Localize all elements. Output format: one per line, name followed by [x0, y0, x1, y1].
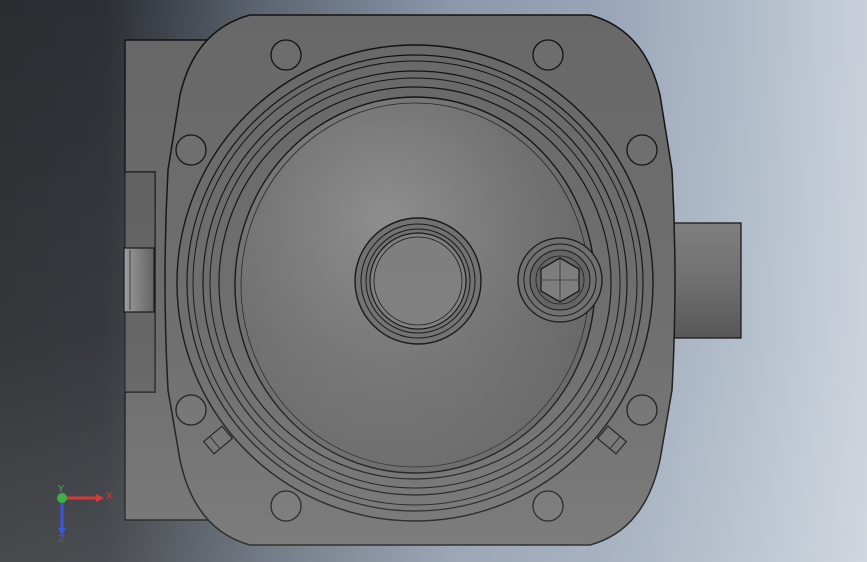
part-model-view[interactable]	[0, 0, 867, 562]
bolt-hole	[532, 490, 564, 522]
hex-drain-plug	[517, 237, 603, 323]
bolt-hole	[175, 134, 207, 166]
center-port	[354, 217, 482, 345]
bolt-hole	[175, 394, 207, 426]
left-inlet-stub	[123, 247, 155, 313]
bolt-hole	[270, 490, 302, 522]
bolt-hole	[626, 134, 658, 166]
z-axis-label: Z	[58, 534, 65, 544]
bolt-hole	[270, 39, 302, 71]
bolt-hole	[626, 394, 658, 426]
graphics-viewport[interactable]: X Y Z	[0, 0, 867, 562]
bolt-hole	[532, 39, 564, 71]
y-axis-label: Y	[57, 484, 65, 495]
coordinate-triad: X Y Z	[57, 484, 113, 544]
x-axis-label: X	[106, 491, 113, 502]
